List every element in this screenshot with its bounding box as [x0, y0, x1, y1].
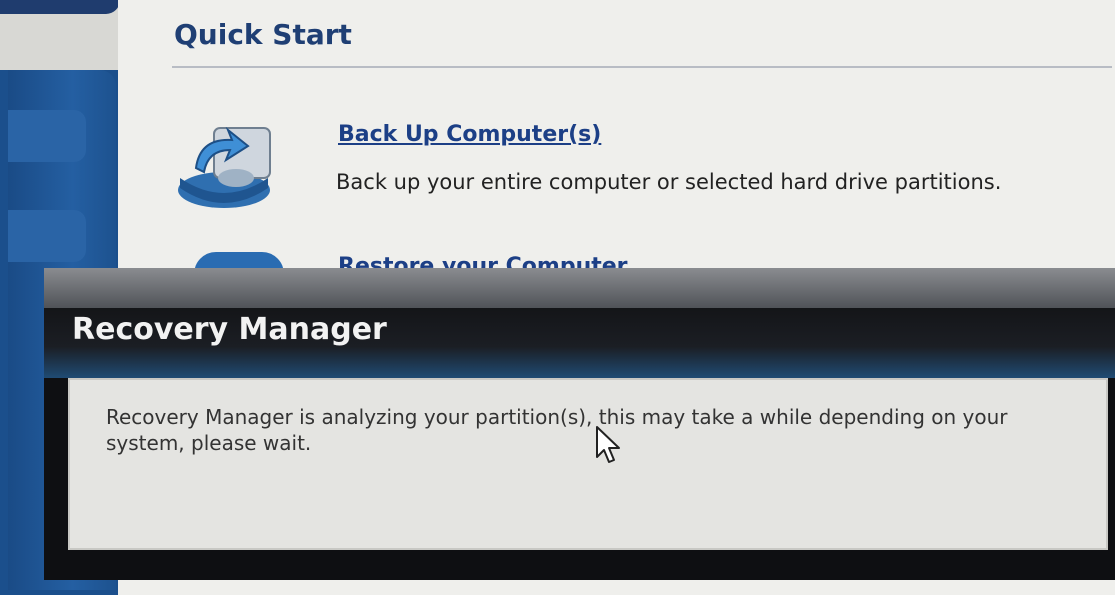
dialog-message: Recovery Manager is analyzing your parti… — [106, 405, 1008, 455]
quick-start-title: Quick Start — [174, 18, 352, 51]
backup-computer-description: Back up your entire computer or selected… — [336, 170, 1002, 194]
sidebar-tab — [0, 0, 120, 14]
sidebar-item-2[interactable] — [8, 210, 86, 262]
recovery-manager-dialog: Recovery Manager Recovery Manager is ana… — [44, 268, 1115, 580]
sidebar-item-1[interactable] — [8, 110, 86, 162]
backup-computer-link[interactable]: Back Up Computer(s) — [338, 122, 601, 147]
sidebar-header — [0, 0, 120, 70]
dialog-title: Recovery Manager — [72, 312, 387, 347]
dialog-body: Recovery Manager is analyzing your parti… — [68, 378, 1108, 550]
dialog-frame-top — [44, 268, 1115, 308]
mouse-cursor-icon — [596, 426, 620, 463]
divider — [172, 66, 1112, 68]
backup-drive-icon[interactable] — [174, 118, 282, 214]
